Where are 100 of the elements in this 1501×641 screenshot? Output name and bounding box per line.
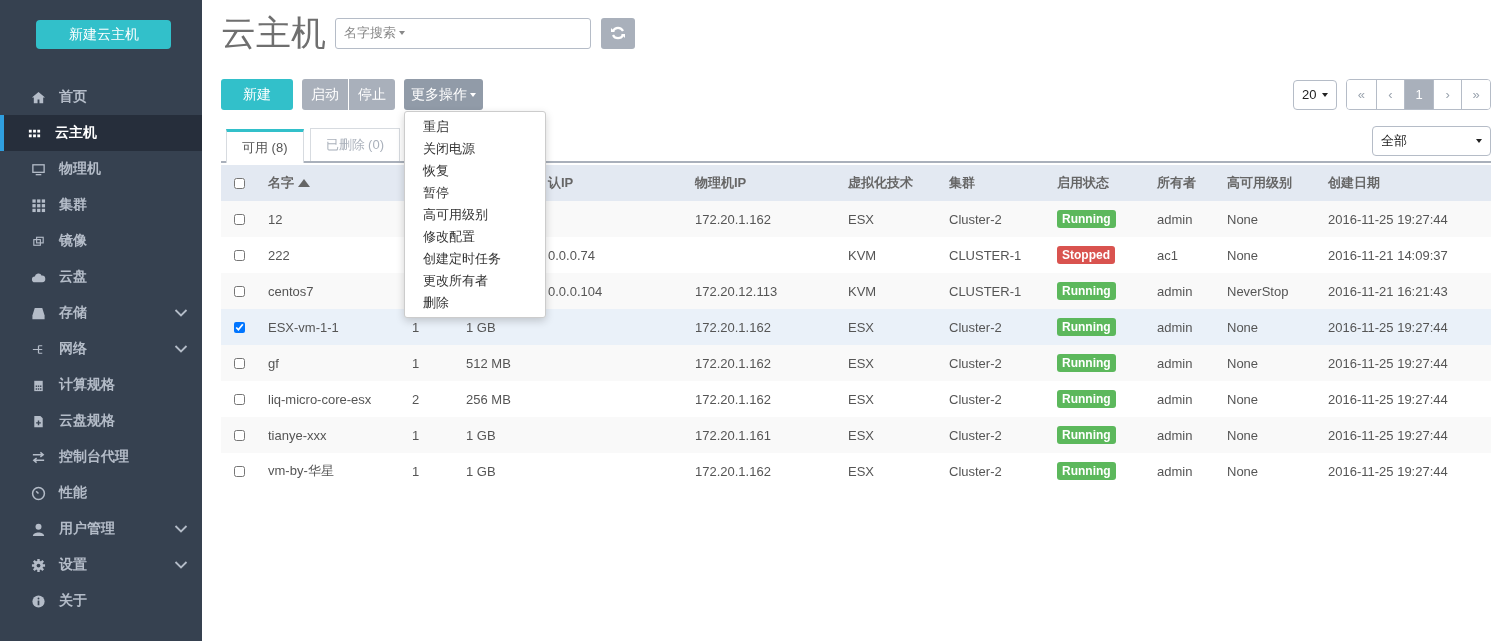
home-icon [31,89,46,105]
row-checkbox[interactable] [234,285,245,297]
menu-item[interactable]: 重启 [405,116,545,138]
table-cell: Cluster-2 [949,427,1002,443]
table-cell: None [1227,391,1259,407]
table-cell: Cluster-2 [949,355,1002,371]
table-cell: admin [1157,463,1193,479]
sidebar-item[interactable]: 首页 [0,79,202,115]
menu-item[interactable]: 暂停 [405,182,545,204]
table-cell: Cluster-2 [949,319,1002,335]
table-cell: 2016-11-21 16:21:43 [1328,283,1448,299]
filter-select[interactable]: 全部 [1372,126,1491,156]
sidebar-item[interactable]: 云盘规格 [0,403,202,439]
status-badge: Running [1057,282,1116,300]
search-field[interactable]: 名字搜索 [335,17,591,49]
page-size-select[interactable]: 20 [1293,79,1338,110]
table-cell: KVM [848,247,877,263]
table-cell: tianye-xxx [268,427,327,443]
sidebar-item[interactable]: 控制台代理 [0,439,202,475]
column-header[interactable]: 高可用级别 [1227,174,1292,192]
column-header[interactable]: 启用状态 [1057,174,1109,192]
table-cell: ESX [848,355,874,371]
table-cell: liq-micro-core-esx [268,391,372,407]
table-cell: None [1227,463,1259,479]
table-cell: 1 [412,355,420,371]
table-cell: 2 [412,391,420,407]
table-cell: ESX [848,319,874,335]
row-checkbox[interactable] [234,321,245,333]
tab[interactable]: 可用 (8) [226,129,304,163]
sidebar-item[interactable]: 存储 [0,295,202,331]
sidebar-item[interactable]: 云主机 [0,115,202,151]
menu-item[interactable]: 关闭电源 [405,138,545,160]
sidebar-item[interactable]: 集群 [0,187,202,223]
info-icon [31,593,46,609]
table-cell: centos7 [268,283,314,299]
row-checkbox[interactable] [234,393,245,405]
table-cell: 172.20.12.113 [695,283,778,299]
column-header[interactable]: 名字 [268,174,294,192]
caret-icon [399,31,405,35]
sidebar-item[interactable]: 物理机 [0,151,202,187]
column-header[interactable]: 虚拟化技术 [848,174,913,192]
column-header[interactable]: 认IP [548,174,574,192]
caret-icon [470,92,476,97]
sidebar-item[interactable]: 性能 [0,475,202,511]
table-cell: 512 MB [466,355,511,371]
menu-item[interactable]: 创建定时任务 [405,248,545,270]
column-header[interactable]: 所有者 [1157,174,1196,192]
sidebar-item[interactable]: 计算规格 [0,367,202,403]
table-cell: Cluster-2 [949,463,1002,479]
column-header[interactable]: 物理机IP [695,174,747,192]
table-cell: 1 GB [466,427,496,443]
menu-item[interactable]: 修改配置 [405,226,545,248]
row-checkbox[interactable] [234,249,245,261]
sidebar-item[interactable]: 镜像 [0,223,202,259]
search-filter-dropdown[interactable]: 名字搜索 [344,24,405,42]
row-checkbox[interactable] [234,429,245,441]
column-header[interactable]: 创建日期 [1328,174,1380,192]
status-badge: Running [1057,318,1116,336]
table-cell: 172.20.1.162 [695,391,771,407]
column-header[interactable]: 集群 [949,174,975,192]
more-actions-button[interactable]: 更多操作 [404,79,483,110]
table-cell: 172.20.1.162 [695,463,771,479]
table-cell: gf [268,355,279,371]
table-cell: None [1227,427,1259,443]
table-cell: 12 [268,211,283,227]
table-cell: 2016-11-21 14:09:37 [1328,247,1448,263]
table-cell: 1 GB [466,463,496,479]
menu-item[interactable]: 恢复 [405,160,545,182]
status-badge: Running [1057,354,1116,372]
table-cell: 172.20.1.161 [695,427,771,443]
menu-item[interactable]: 高可用级别 [405,204,545,226]
select-all-checkbox[interactable] [234,177,245,189]
table-cell: admin [1157,283,1193,299]
row-checkbox[interactable] [234,213,245,225]
caret-icon [1476,139,1482,143]
user-icon [31,521,46,537]
table-cell: admin [1157,427,1193,443]
menu-item[interactable]: 删除 [405,292,545,314]
table-cell: Cluster-2 [949,391,1002,407]
table-cell: 2016-11-25 19:27:44 [1328,211,1448,227]
table-cell: None [1227,211,1259,227]
row-checkbox[interactable] [234,357,245,369]
table-cell: 1 GB [466,319,496,335]
drive-icon [31,305,46,321]
monitor-icon [31,161,46,177]
sidebar-item[interactable]: 网络 [0,331,202,367]
menu-item[interactable]: 更改所有者 [405,270,545,292]
sidebar-item[interactable]: 用户管理 [0,511,202,547]
table-cell: ESX [848,391,874,407]
status-badge: Running [1057,462,1116,480]
table-cell: admin [1157,355,1193,371]
table-cell: 222 [268,247,290,263]
table-cell: None [1227,247,1259,263]
row-checkbox[interactable] [234,465,245,477]
sidebar-item[interactable]: 云盘 [0,259,202,295]
settings-icon [31,557,46,573]
sidebar-item[interactable]: 设置 [0,547,202,583]
table-cell: 256 MB [466,391,511,407]
sidebar-item[interactable]: 关于 [0,583,202,619]
table-cell: 172.20.1.162 [695,211,771,227]
